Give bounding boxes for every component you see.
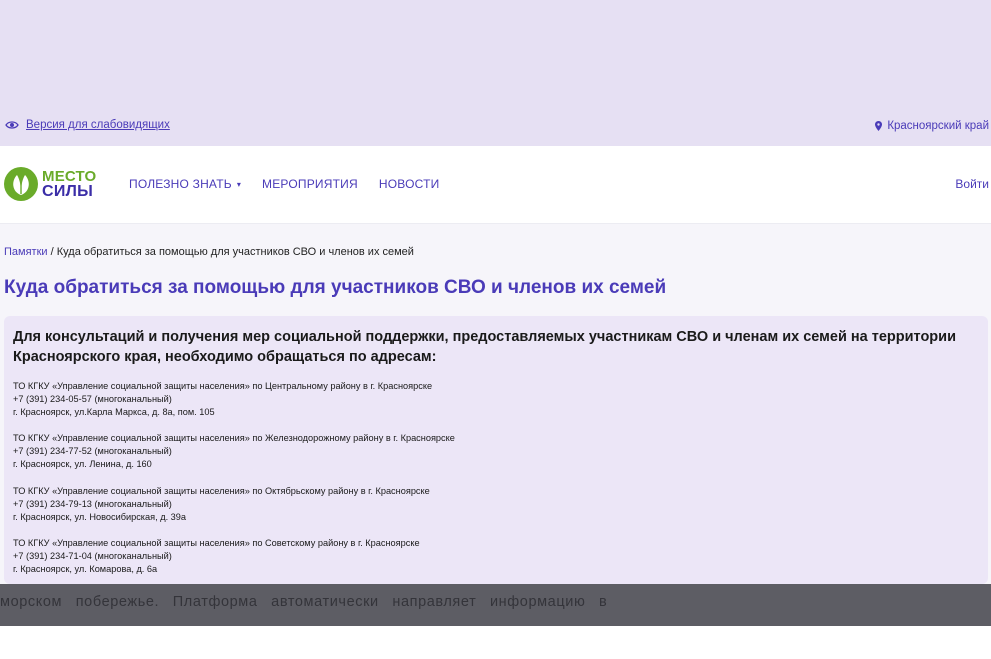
nav-item-useful[interactable]: ПОЛЕЗНО ЗНАТЬ ▾ xyxy=(129,177,241,191)
office-address: г. Красноярск, ул. Ленина, д. 160 xyxy=(13,459,152,469)
office-phone[interactable]: +7 (391) 234-71-04 (многоканальный) xyxy=(13,550,420,563)
eye-icon xyxy=(5,121,19,129)
overlay-caption-line: морском побережье. Платформа автоматичес… xyxy=(0,594,608,610)
office-name: ТО КГКУ «Управление социальной защиты на… xyxy=(13,486,430,496)
logo-text: МЕСТО СИЛЫ xyxy=(42,168,97,200)
address-block: ТО КГКУ «Управление социальной защиты на… xyxy=(13,432,455,471)
main-nav: ПОЛЕЗНО ЗНАТЬ ▾ МЕРОПРИЯТИЯ НОВОСТИ xyxy=(129,177,439,191)
top-bar: Версия для слабовидящих Красноярский кра… xyxy=(0,0,991,146)
office-name: ТО КГКУ «Управление социальной защиты на… xyxy=(13,381,433,391)
breadcrumb-parent-link[interactable]: Памятки xyxy=(4,246,48,258)
address-block: ТО КГКУ «Управление социальной защиты на… xyxy=(13,537,420,576)
office-phone[interactable]: +7 (391) 234-77-52 (многоканальный) xyxy=(13,445,455,458)
accessibility-version-label: Версия для слабовидящих xyxy=(26,119,170,131)
leaf-logo-icon xyxy=(4,167,38,201)
nav-item-events[interactable]: МЕРОПРИЯТИЯ xyxy=(262,177,358,191)
info-card: Для консультаций и получения мер социаль… xyxy=(4,316,988,584)
card-heading: Для консультаций и получения мер социаль… xyxy=(13,329,956,365)
office-address: г. Красноярск, ул.Карла Маркса, д. 8а, п… xyxy=(13,407,215,417)
login-link[interactable]: Войти xyxy=(955,177,989,191)
office-name: ТО КГКУ «Управление социальной защиты на… xyxy=(13,538,420,548)
office-phone[interactable]: +7 (391) 234-79-13 (многоканальный) xyxy=(13,498,430,511)
site-header: МЕСТО СИЛЫ ПОЛЕЗНО ЗНАТЬ ▾ МЕРОПРИЯТИЯ Н… xyxy=(0,146,991,224)
page-title: Куда обратиться за помощью для участнико… xyxy=(4,277,667,298)
logo-line-2: СИЛЫ xyxy=(42,183,94,200)
breadcrumb: Памятки / Куда обратиться за помощью для… xyxy=(4,246,414,258)
nav-item-label: МЕРОПРИЯТИЯ xyxy=(262,177,358,191)
logo-line-1: МЕСТО xyxy=(42,168,97,185)
main-content: Памятки / Куда обратиться за помощью для… xyxy=(0,224,991,584)
site-logo[interactable]: МЕСТО СИЛЫ xyxy=(3,166,96,202)
office-name: ТО КГКУ «Управление социальной защиты на… xyxy=(13,433,455,443)
location-pin-icon xyxy=(875,121,883,131)
accessibility-version-link[interactable]: Версия для слабовидящих xyxy=(5,119,170,131)
video-overlay-caption: морском побережье. Платформа автоматичес… xyxy=(0,584,991,626)
region-label: Красноярский край xyxy=(887,120,989,132)
nav-item-label: ПОЛЕЗНО ЗНАТЬ xyxy=(129,177,232,191)
address-block: ТО КГКУ «Управление социальной защиты на… xyxy=(13,380,432,419)
region-selector[interactable]: Красноярский край xyxy=(875,120,989,132)
breadcrumb-current: Куда обратиться за помощью для участнико… xyxy=(56,246,414,258)
nav-item-news[interactable]: НОВОСТИ xyxy=(379,177,440,191)
chevron-down-icon: ▾ xyxy=(236,179,242,189)
nav-item-label: НОВОСТИ xyxy=(378,177,440,191)
office-address: г. Красноярск, ул. Комарова, д. 6а xyxy=(13,564,158,574)
office-address: г. Красноярск, ул. Новосибирская, д. 39а xyxy=(13,512,187,522)
breadcrumb-separator: / xyxy=(50,246,54,258)
address-block: ТО КГКУ «Управление социальной защиты на… xyxy=(13,485,430,524)
office-phone[interactable]: +7 (391) 234-05-57 (многоканальный) xyxy=(13,393,432,406)
